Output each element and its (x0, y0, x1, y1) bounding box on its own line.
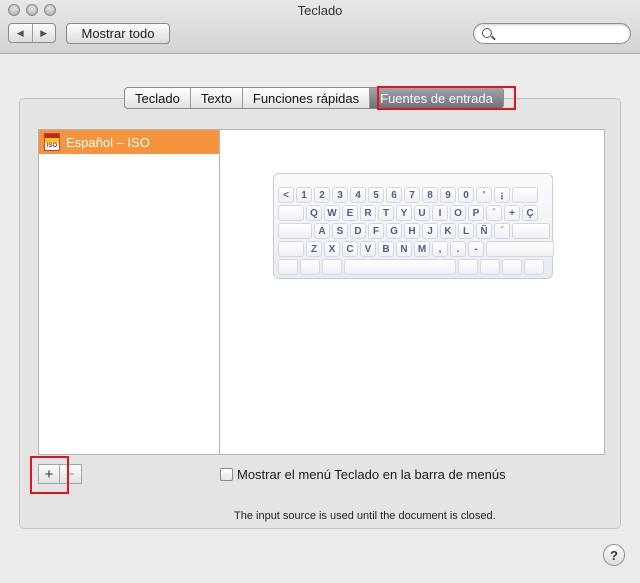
key: 8 (422, 187, 438, 203)
forward-button[interactable]: ▶ (31, 24, 56, 42)
key: 1 (296, 187, 312, 203)
key: G (386, 223, 402, 239)
key: W (324, 205, 340, 221)
keyboard-row-4: Z X C V B N M , . - (278, 241, 554, 257)
key: 6 (386, 187, 402, 203)
key (502, 259, 522, 275)
key: H (404, 223, 420, 239)
key (278, 205, 304, 221)
help-button[interactable]: ? (603, 544, 625, 566)
key: 5 (368, 187, 384, 203)
show-all-button[interactable]: Mostrar todo (66, 23, 170, 44)
question-mark-icon: ? (610, 547, 618, 563)
key: B (378, 241, 394, 257)
window-title: Teclado (297, 3, 343, 18)
input-source-info-text: The input source is used until the docum… (234, 510, 496, 522)
key (512, 223, 550, 239)
tab-teclado[interactable]: Teclado (125, 88, 190, 108)
search-box[interactable] (473, 23, 631, 44)
show-menu-checkbox[interactable] (220, 468, 233, 481)
back-button[interactable]: ◀ (9, 24, 32, 42)
key: J (422, 223, 438, 239)
key (300, 259, 320, 275)
key: 3 (332, 187, 348, 203)
back-forward-group: ◀ ▶ (8, 23, 56, 43)
key (512, 187, 538, 203)
tab-bar: Teclado Texto Funciones rápidas Fuentes … (124, 87, 504, 109)
key (344, 259, 456, 275)
add-remove-group: + − (38, 464, 82, 484)
key: Ç (522, 205, 538, 221)
list-item-espanol-iso[interactable]: ISO Español – ISO (39, 130, 219, 154)
key: E (342, 205, 358, 221)
key (278, 223, 312, 239)
key: C (342, 241, 358, 257)
key: ´ (494, 223, 510, 239)
key: X (324, 241, 340, 257)
key (278, 241, 304, 257)
chevron-right-icon: ▶ (40, 27, 48, 38)
key: < (278, 187, 294, 203)
key: Z (306, 241, 322, 257)
search-input[interactable] (498, 26, 624, 41)
key: , (432, 241, 448, 257)
key: + (504, 205, 520, 221)
key: I (432, 205, 448, 221)
tab-fuentes-de-entrada[interactable]: Fuentes de entrada (369, 88, 503, 108)
tab-funciones-rapidas[interactable]: Funciones rápidas (241, 88, 369, 108)
keyboard-layout-preview: < 1 2 3 4 5 6 7 8 9 0 ' ¡ Q W E R T Y U … (273, 173, 554, 279)
key: U (414, 205, 430, 221)
key: M (414, 241, 430, 257)
input-source-list[interactable]: ISO Español – ISO (38, 129, 220, 455)
key: Ñ (476, 223, 492, 239)
keyboard-row-5 (278, 259, 544, 275)
remove-input-source-button[interactable]: − (60, 464, 82, 484)
key: N (396, 241, 412, 257)
chevron-left-icon: ◀ (16, 27, 24, 38)
list-item-label: Español – ISO (66, 134, 150, 150)
key (480, 259, 500, 275)
title-bar: Teclado ◀ ▶ Mostrar todo (0, 0, 640, 54)
key: R (360, 205, 376, 221)
add-input-source-button[interactable]: + (38, 464, 60, 484)
key: . (450, 241, 466, 257)
spain-flag-icon: ISO (44, 133, 60, 151)
key: Y (396, 205, 412, 221)
key: ¡ (494, 187, 510, 203)
keyboard-row-3: A S D F G H J K L Ñ ´ (278, 223, 550, 239)
key (322, 259, 342, 275)
key: 9 (440, 187, 456, 203)
key: L (458, 223, 474, 239)
key: P (468, 205, 484, 221)
search-icon (482, 28, 492, 38)
key (458, 259, 478, 275)
key: 0 (458, 187, 474, 203)
keyboard-row-2: Q W E R T Y U I O P ` + Ç (278, 205, 538, 221)
key: Q (306, 205, 322, 221)
key: K (440, 223, 456, 239)
key: T (378, 205, 394, 221)
key: 2 (314, 187, 330, 203)
key: 4 (350, 187, 366, 203)
key: ' (476, 187, 492, 203)
key (278, 259, 298, 275)
key: A (314, 223, 330, 239)
show-menu-option[interactable]: Mostrar el menú Teclado en la barra de m… (220, 467, 506, 482)
key: ` (486, 205, 502, 221)
key: D (350, 223, 366, 239)
show-menu-label: Mostrar el menú Teclado en la barra de m… (237, 467, 506, 482)
key: O (450, 205, 466, 221)
key (524, 259, 544, 275)
key: - (468, 241, 484, 257)
tab-texto[interactable]: Texto (189, 88, 242, 108)
key: S (332, 223, 348, 239)
key: V (360, 241, 376, 257)
keyboard-row-1: < 1 2 3 4 5 6 7 8 9 0 ' ¡ (278, 187, 538, 203)
key: 7 (404, 187, 420, 203)
key (486, 241, 554, 257)
key: F (368, 223, 384, 239)
